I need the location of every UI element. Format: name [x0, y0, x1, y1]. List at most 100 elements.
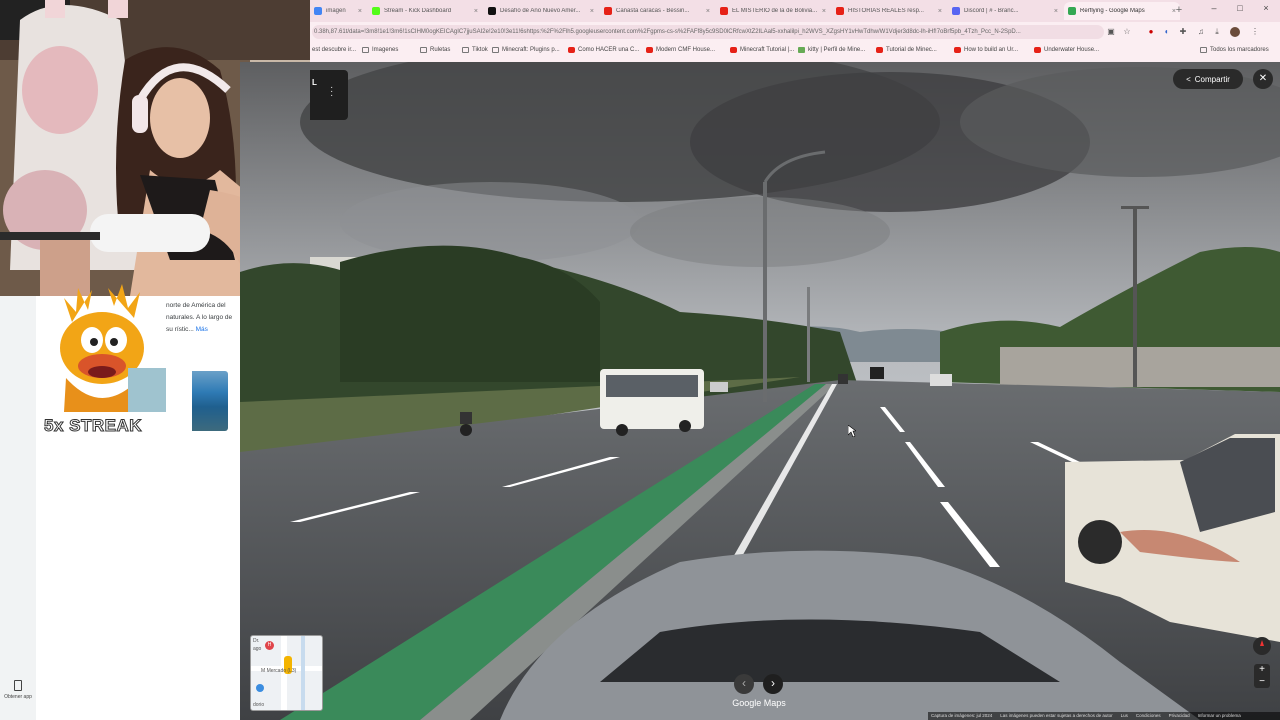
browser-tab[interactable]: Discord | # - Branc... × — [948, 2, 1062, 20]
browser-tab[interactable]: Rerflying - Google Maps × — [1064, 2, 1180, 20]
bookmark-label: Modern CMF House... — [656, 47, 716, 53]
map-footer: Captura de imágenes: jul 2024 Las imágen… — [928, 712, 1280, 720]
tab-close-icon[interactable]: × — [1054, 8, 1058, 15]
bookmarks-bar: est descubre ir... Imagenes Ruletas Tiktok M… — [310, 42, 1280, 63]
street-view-image — [240, 62, 1280, 720]
report-problem-link[interactable]: Informar un problema — [1198, 712, 1241, 720]
tab-title: Rerflying - Google Maps — [1080, 8, 1145, 14]
minimap[interactable]: H Dr. ago M Mercado (L3) dorio — [250, 635, 323, 711]
zoom-out-button[interactable]: − — [1254, 676, 1270, 688]
bookmark-item[interactable]: Minecraft: Plugins p... — [492, 47, 560, 53]
bookmark-item[interactable]: Minecraft Tutorial |... — [730, 47, 794, 53]
zoom-in-button[interactable]: + — [1254, 664, 1270, 676]
previous-image-button[interactable]: ‹ — [734, 674, 754, 694]
browser-tab[interactable]: imagen × — [310, 2, 366, 20]
tab-title: imagen — [326, 8, 346, 14]
bookmark-item[interactable]: kitty | Perfil de Mine... — [798, 47, 865, 53]
bookmark-label: est descubre ir... — [312, 47, 357, 53]
browser-tab[interactable]: Canasta caracas - Bessin... × — [600, 2, 714, 20]
profile-avatar[interactable] — [1230, 27, 1240, 37]
browser-tab[interactable]: HISTORIAS REALES resp... × — [832, 2, 946, 20]
bookmark-item[interactable]: Ruletas — [420, 47, 450, 53]
tab-close-icon[interactable]: × — [474, 8, 478, 15]
privacy-link[interactable]: Privacidad — [1169, 712, 1190, 720]
next-image-button[interactable]: › — [763, 674, 783, 694]
compass-icon[interactable] — [1253, 637, 1271, 655]
bookmark-label: Como HACER una C... — [578, 47, 640, 53]
maximize-button[interactable]: □ — [1230, 3, 1250, 13]
location-card[interactable]: L · · · — [310, 70, 348, 120]
browser-tab[interactable]: EL MISTERIO de la de Bolivia... × — [716, 2, 830, 20]
bookmark-label: Imagenes — [372, 47, 399, 53]
street-view-panorama[interactable]: L · · · < Compartir ✕ H Dr. ago M Mercado … — [240, 62, 1280, 720]
tab-favicon-icon — [488, 7, 496, 15]
bookmark-item[interactable]: How to build an Ur... — [954, 47, 1018, 53]
tab-close-icon[interactable]: × — [822, 8, 826, 15]
downloads-icon[interactable]: ⤓ — [1212, 27, 1222, 37]
streak-counter: 5x STREAK — [43, 416, 143, 436]
window-close-button[interactable]: × — [1256, 3, 1276, 13]
tab-title: Stream - Kick Dashboard — [384, 8, 452, 14]
tab-title: HISTORIAS REALES resp... — [848, 8, 924, 14]
youtube-icon — [730, 47, 737, 53]
minimize-button[interactable]: – — [1204, 3, 1224, 13]
menu-dots-icon[interactable]: ⋮ — [1250, 27, 1260, 37]
tab-favicon-icon — [720, 7, 728, 15]
get-app-button[interactable]: Obtener app — [4, 680, 32, 700]
browser-chrome: imagen × Stream - Kick Dashboard × Desafío d… — [310, 0, 1280, 63]
get-app-label: Obtener app — [4, 694, 32, 700]
footer-link[interactable]: Lus — [1121, 712, 1128, 720]
hospital-pin-icon: H — [265, 641, 274, 650]
puzzle-icon[interactable]: ✚ — [1178, 27, 1188, 37]
close-street-view-button[interactable]: ✕ — [1253, 69, 1273, 89]
bookmark-star-icon[interactable]: ☆ — [1122, 27, 1132, 37]
more-options-icon[interactable]: · · · — [330, 83, 333, 101]
copyright-notice[interactable]: Las imágenes pueden estar sujetas a dere… — [1000, 712, 1112, 720]
youtube-icon — [646, 47, 653, 53]
tab-favicon-icon — [372, 7, 380, 15]
install-icon[interactable]: ▣ — [1106, 27, 1116, 37]
folder-icon — [492, 47, 499, 53]
youtube-icon — [1034, 47, 1041, 53]
tab-close-icon[interactable]: × — [938, 8, 942, 15]
more-link[interactable]: Más — [196, 326, 208, 333]
tab-close-icon[interactable]: × — [358, 8, 362, 15]
share-button[interactable]: < Compartir — [1173, 69, 1243, 89]
youtube-icon — [568, 47, 575, 53]
minimap-label: dorio — [253, 702, 265, 708]
tab-strip: imagen × Stream - Kick Dashboard × Desafío d… — [310, 0, 1280, 22]
transit-pin-icon — [256, 684, 264, 692]
address-bar[interactable]: 0.38h,87.61t/data=!3m8!1e1!3m6!1sCIHM0og… — [312, 25, 1104, 39]
tab-close-icon[interactable]: × — [706, 8, 710, 15]
bookmark-item[interactable]: Imagenes — [362, 47, 398, 53]
new-tab-button[interactable]: + — [1172, 3, 1186, 17]
bookmark-label: Minecraft: Plugins p... — [502, 47, 560, 53]
bookmark-label: Minecraft Tutorial |... — [740, 47, 795, 53]
place-photo[interactable] — [192, 371, 228, 431]
opera-icon[interactable]: ● — [1146, 27, 1156, 37]
terms-link[interactable]: Condiciones — [1136, 712, 1161, 720]
moose-mascot-icon — [60, 284, 166, 412]
media-icon[interactable]: ♫ — [1196, 27, 1206, 37]
bookmark-item[interactable]: Modern CMF House... — [646, 47, 715, 53]
all-bookmarks-button[interactable]: Todos los marcadores — [1200, 47, 1269, 53]
tab-close-icon[interactable]: × — [590, 8, 594, 15]
extension-icon[interactable]: ◐ — [1162, 27, 1172, 37]
minimap-label: Dr. — [253, 638, 260, 644]
tab-favicon-icon — [836, 7, 844, 15]
browser-tab[interactable]: Desafío de Año Nuevo Amer... × — [484, 2, 598, 20]
bookmark-item[interactable]: Tutorial de Minec... — [876, 47, 937, 53]
browser-tab[interactable]: Stream - Kick Dashboard × — [368, 2, 482, 20]
place-description: norte de América del naturales. A lo lar… — [166, 300, 238, 336]
location-title: L — [312, 78, 317, 87]
youtube-icon — [954, 47, 961, 53]
minimap-label: ago — [253, 646, 262, 652]
bookmark-label: How to build an Ur... — [964, 47, 1019, 53]
bookmark-item[interactable]: Tiktok — [462, 47, 488, 53]
tab-favicon-icon — [604, 7, 612, 15]
google-maps-logo: Google Maps — [732, 698, 786, 708]
bookmark-item[interactable]: Underwater House... — [1034, 47, 1099, 53]
bookmark-item[interactable]: est descubre ir... — [312, 47, 356, 53]
bookmark-item[interactable]: Como HACER una C... — [568, 47, 639, 53]
bookmark-label: Underwater House... — [1044, 47, 1100, 53]
